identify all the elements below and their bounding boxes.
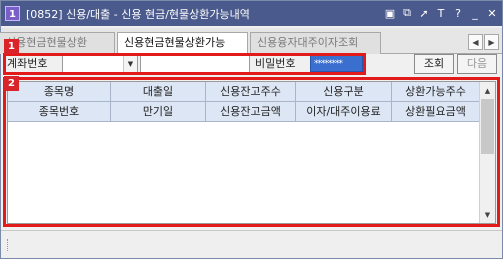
account-combo[interactable]: ▼ <box>62 54 138 73</box>
password-label: 비밀번호 <box>255 57 296 70</box>
close-icon[interactable]: ✕ <box>484 4 500 22</box>
account-label: 계좌번호 <box>7 57 48 70</box>
grip-icon <box>7 239 11 251</box>
scroll-down-icon[interactable]: ▼ <box>480 207 495 222</box>
header-stock-name[interactable]: 종목명 <box>8 82 111 102</box>
title-bar-icons: ▣ ⧉ ➚ T ? _ ✕ <box>381 4 500 22</box>
grid-header: 종목명 대출일 신용잔고주수 신용구분 상환가능주수 종목번호 만기일 신용잔고… <box>8 82 480 122</box>
account-name-field[interactable] <box>140 54 250 73</box>
scroll-up-icon[interactable]: ▲ <box>480 83 495 98</box>
header-maturity-date[interactable]: 만기일 <box>111 102 206 122</box>
link-icon[interactable]: ⧉ <box>399 4 415 22</box>
header-loan-date[interactable]: 대출일 <box>111 82 206 102</box>
chevron-down-icon[interactable]: ▼ <box>123 55 137 72</box>
status-bar <box>1 230 502 258</box>
header-interest-fee[interactable]: 이자/대주이용료 <box>296 102 392 122</box>
header-repay-required-amount[interactable]: 상환필요금액 <box>392 102 480 122</box>
minimize-icon[interactable]: _ <box>467 4 483 22</box>
help-icon[interactable]: ? <box>450 4 466 22</box>
tab-prev-icon[interactable]: ◀ <box>468 34 483 50</box>
header-credit-type[interactable]: 신용구분 <box>296 82 392 102</box>
result-grid[interactable]: 종목명 대출일 신용잔고주수 신용구분 상환가능주수 종목번호 만기일 신용잔고… <box>7 81 496 224</box>
header-stock-code[interactable]: 종목번호 <box>8 102 111 122</box>
marker-1: 1 <box>4 39 19 54</box>
query-button[interactable]: 조회 <box>414 54 454 74</box>
text-size-icon[interactable]: T <box>433 4 449 22</box>
tab-scroll-buttons: ◀ ▶ <box>467 34 499 50</box>
password-field[interactable]: ******** <box>310 55 363 72</box>
tab-credit-interest[interactable]: 신용융자대주이자조회 <box>250 32 381 54</box>
window-title: [0852] 신용/대출 - 신용 현금/현물상환가능내역 <box>26 8 250 21</box>
next-button[interactable]: 다음 <box>457 54 497 74</box>
header-credit-balance-qty[interactable]: 신용잔고주수 <box>206 82 296 102</box>
tab-next-icon[interactable]: ▶ <box>484 34 499 50</box>
grid-vertical-scrollbar[interactable]: ▲ ▼ <box>479 82 495 223</box>
header-repayable-qty[interactable]: 상환가능주수 <box>392 82 480 102</box>
marker-2: 2 <box>4 76 19 91</box>
title-bar[interactable]: 1 [0852] 신용/대출 - 신용 현금/현물상환가능내역 ▣ ⧉ ➚ T … <box>1 1 502 26</box>
scroll-thumb[interactable] <box>481 99 494 154</box>
restore-icon[interactable]: ▣ <box>382 4 398 22</box>
pin-icon[interactable]: ➚ <box>416 4 432 22</box>
window-number-badge: 1 <box>5 6 20 21</box>
tab-bar: 신용현금현물상환 신용현금현물상환가능 신용융자대주이자조회 ◀ ▶ <box>0 28 502 55</box>
app-window: 1 [0852] 신용/대출 - 신용 현금/현물상환가능내역 ▣ ⧉ ➚ T … <box>0 0 503 259</box>
tab-cash-repay-available[interactable]: 신용현금현물상환가능 <box>117 32 248 55</box>
header-credit-balance-amount[interactable]: 신용잔고금액 <box>206 102 296 122</box>
query-form: 계좌번호 ▼ 비밀번호 ******** 조회 다음 <box>1 54 502 74</box>
